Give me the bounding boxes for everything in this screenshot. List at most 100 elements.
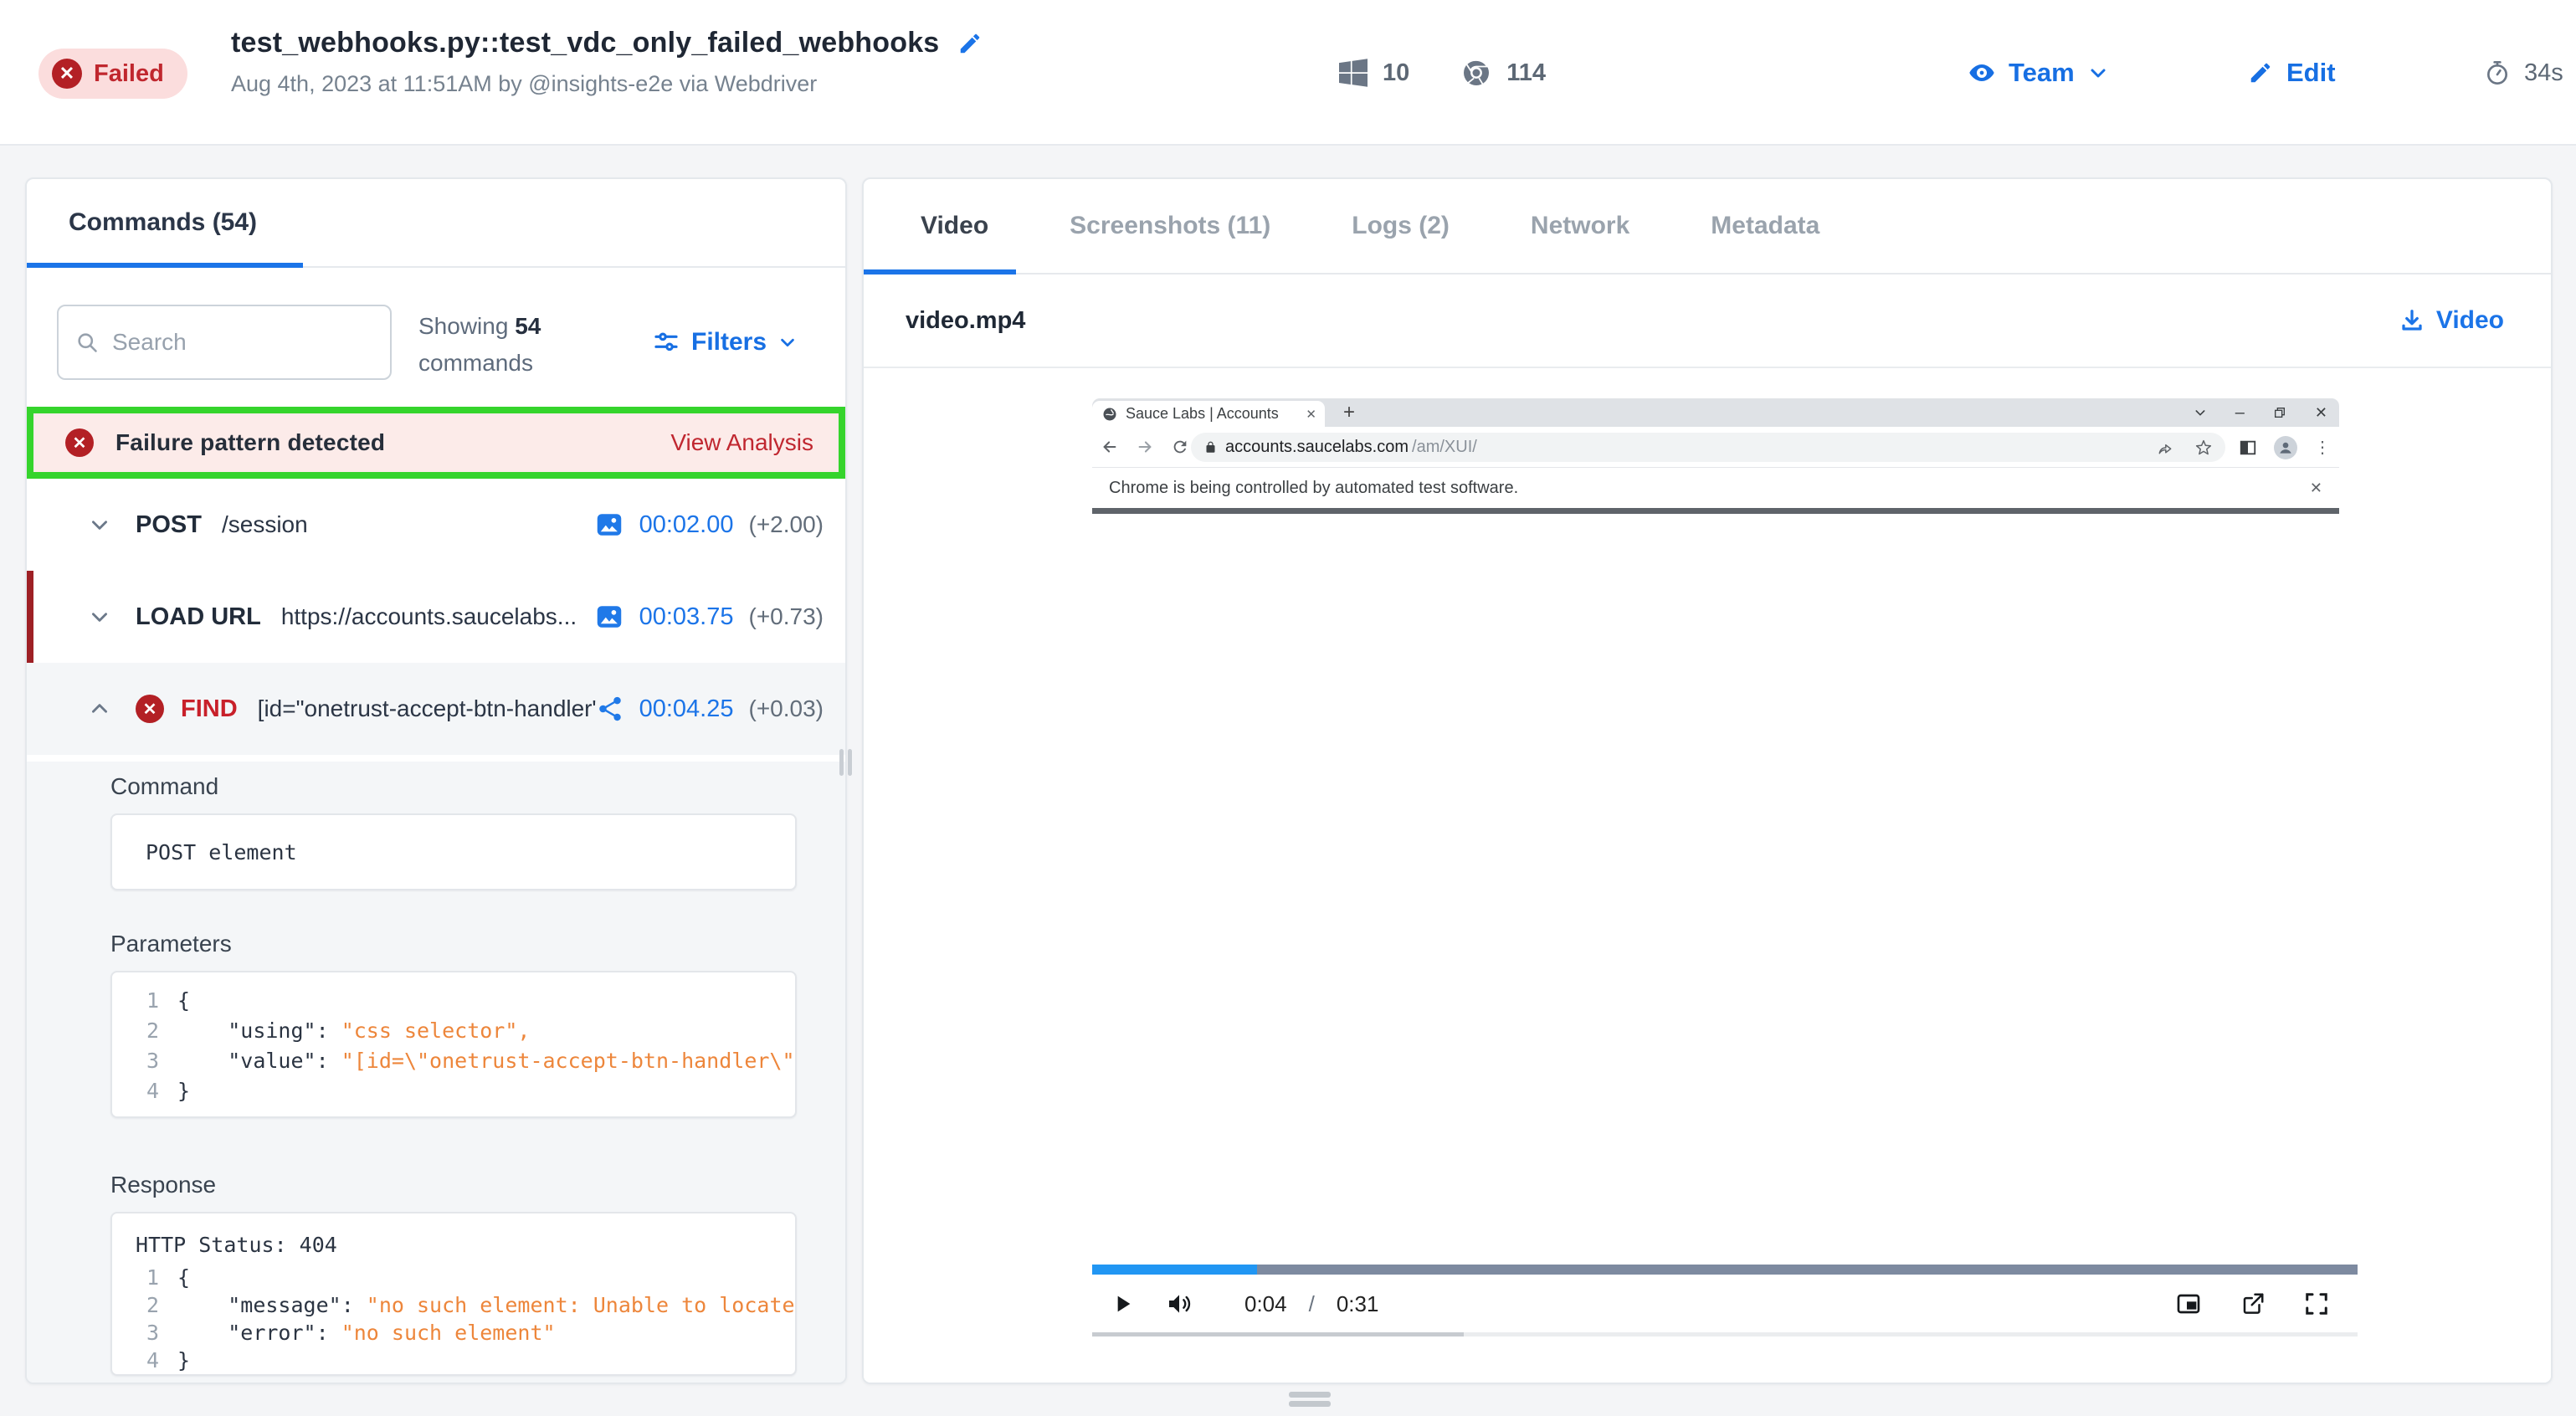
command-row-find-failed[interactable]: ✕ FIND [id="onetrust-accept-btn-handler"… xyxy=(27,663,845,755)
panel-resize-handle-bar[interactable] xyxy=(839,749,844,776)
view-analysis-link[interactable]: View Analysis xyxy=(670,429,813,456)
video-progress-bar[interactable] xyxy=(1092,1265,2358,1275)
url-path: /am/XUI/ xyxy=(1412,438,1477,457)
bottom-resize-handle-bar[interactable] xyxy=(1289,1392,1331,1398)
download-video-button[interactable]: Video xyxy=(2399,306,2504,335)
command-row-post-session[interactable]: POST /session 00:02.00 (+2.00) xyxy=(27,479,845,571)
volume-button[interactable] xyxy=(1166,1290,1193,1317)
windows-icon xyxy=(1339,59,1368,87)
search-icon xyxy=(75,331,99,354)
profile-avatar-icon xyxy=(2274,436,2297,459)
filters-label: Filters xyxy=(691,328,767,357)
window-menu-chevron-icon xyxy=(2194,406,2207,419)
filters-button[interactable]: Filters xyxy=(653,305,797,380)
page-header: ✕ Failed test_webhooks.py::test_vdc_only… xyxy=(0,0,2576,146)
team-dropdown[interactable]: Team xyxy=(1968,0,2108,146)
command-timestamp: 00:02.00 xyxy=(639,511,734,539)
response-code-box: HTTP Status: 404 1{ 2 "message": "no suc… xyxy=(110,1212,797,1376)
command-target: /session xyxy=(222,511,308,538)
parameters-code-box: 1{ 2 "using": "css selector", 3 "value":… xyxy=(110,971,797,1118)
duration-value: 34s xyxy=(2524,59,2563,87)
horizontal-scrollbar[interactable] xyxy=(1092,1332,2358,1336)
window-restore-icon xyxy=(2273,406,2286,419)
platform-info: 10 114 xyxy=(1339,0,1546,146)
saucelabs-favicon xyxy=(1102,407,1117,422)
tab-metadata[interactable]: Metadata xyxy=(1711,212,1819,240)
open-external-button[interactable] xyxy=(2240,1291,2266,1316)
fullscreen-button[interactable] xyxy=(2304,1291,2329,1316)
command-method: LOAD URL xyxy=(136,603,261,631)
command-timestamp: 00:03.75 xyxy=(639,603,734,631)
reload-icon xyxy=(1171,438,1189,456)
command-row-load-url[interactable]: LOAD URL https://accounts.saucelabs... 0… xyxy=(27,571,845,663)
command-search[interactable] xyxy=(57,305,392,380)
failure-x-icon: ✕ xyxy=(65,428,94,457)
chevron-down-icon[interactable] xyxy=(89,514,110,536)
picture-in-picture-button[interactable] xyxy=(2175,1290,2202,1317)
edit-button[interactable]: Edit xyxy=(2248,0,2336,146)
browser-address-bar: accounts.saucelabs.com/am/XUI/ xyxy=(1092,427,2339,468)
automation-infobar: Chrome is being controlled by automated … xyxy=(1092,468,2339,508)
response-section-label: Response xyxy=(110,1172,216,1198)
commands-panel: Commands (54) Showing 54 commands Filter… xyxy=(25,177,847,1384)
browser-menu-dots-icon: ⋮ xyxy=(2314,437,2331,458)
sidebar-panel-icon xyxy=(2239,439,2257,457)
showing-count: 54 xyxy=(515,313,541,339)
bookmark-star-icon xyxy=(2195,439,2212,456)
command-target: [id="onetrust-accept-btn-handler"] xyxy=(258,695,596,722)
time-separator: / xyxy=(1309,1291,1315,1317)
page-top-bar xyxy=(1092,508,2339,514)
forward-arrow-icon xyxy=(1136,438,1154,456)
total-duration: 0:31 xyxy=(1337,1291,1379,1317)
screenshot-image-icon[interactable] xyxy=(594,510,624,540)
page-title: test_webhooks.py::test_vdc_only_failed_w… xyxy=(231,27,939,59)
chevron-up-icon[interactable] xyxy=(89,698,110,720)
infobar-text: Chrome is being controlled by automated … xyxy=(1109,479,1518,498)
command-timestamp: 00:04.25 xyxy=(639,695,734,723)
parameters-section-label: Parameters xyxy=(110,931,232,957)
panel-resize-handle-bar[interactable] xyxy=(848,749,852,776)
chevron-down-icon[interactable] xyxy=(89,606,110,628)
command-method: FIND xyxy=(181,695,238,723)
search-input[interactable] xyxy=(112,329,373,356)
command-value: POST element xyxy=(146,840,297,864)
tab-close-icon: ✕ xyxy=(1306,407,1316,422)
test-metadata: Aug 4th, 2023 at 11:51AM by @insights-e2… xyxy=(231,71,983,97)
failure-pattern-banner: ✕ Failure pattern detected View Analysis xyxy=(27,407,845,479)
stopwatch-icon xyxy=(2484,59,2511,86)
browser-tab-title: Sauce Labs | Accounts xyxy=(1126,405,1306,423)
command-detail: Command POST element Parameters 1{ 2 "us… xyxy=(27,762,845,1383)
play-button[interactable] xyxy=(1109,1290,1136,1317)
status-badge: ✕ Failed xyxy=(38,49,187,99)
scrollbar-thumb[interactable] xyxy=(1092,1332,1464,1336)
window-minimize-icon: – xyxy=(2235,403,2245,423)
back-arrow-icon xyxy=(1101,438,1119,456)
command-value-box: POST element xyxy=(110,813,797,890)
failure-banner-message: Failure pattern detected xyxy=(115,429,385,456)
command-delta: (+0.03) xyxy=(749,695,824,722)
edit-title-icon[interactable] xyxy=(957,31,983,56)
tab-network[interactable]: Network xyxy=(1531,212,1629,240)
time-display: 0:04 / 0:31 xyxy=(1244,1291,1378,1317)
tab-commands[interactable]: Commands (54) xyxy=(69,208,257,237)
video-progress-fill xyxy=(1092,1265,1257,1275)
os-version: 10 xyxy=(1383,59,1409,87)
video-player[interactable]: Sauce Labs | Accounts ✕ + – ✕ xyxy=(864,368,2551,1383)
share-icon[interactable] xyxy=(596,695,624,723)
duration-indicator: 34s xyxy=(2484,0,2563,146)
command-section-label: Command xyxy=(110,773,218,800)
command-delta: (+0.73) xyxy=(749,603,824,630)
video-controls: 0:04 / 0:31 xyxy=(1092,1276,2358,1331)
lock-icon xyxy=(1204,441,1217,454)
filters-tune-icon xyxy=(653,329,680,356)
window-close-icon: ✕ xyxy=(2315,404,2327,422)
infobar-close-icon: ✕ xyxy=(2310,480,2322,497)
screenshot-image-icon[interactable] xyxy=(594,602,624,632)
browser-version: 114 xyxy=(1506,59,1546,87)
tab-video[interactable]: Video xyxy=(921,212,988,240)
tab-screenshots[interactable]: Screenshots (11) xyxy=(1070,212,1270,240)
chrome-icon xyxy=(1461,58,1491,88)
visibility-eye-icon xyxy=(1968,59,1995,86)
bottom-resize-handle-bar[interactable] xyxy=(1289,1401,1331,1407)
tab-logs[interactable]: Logs (2) xyxy=(1352,212,1450,240)
